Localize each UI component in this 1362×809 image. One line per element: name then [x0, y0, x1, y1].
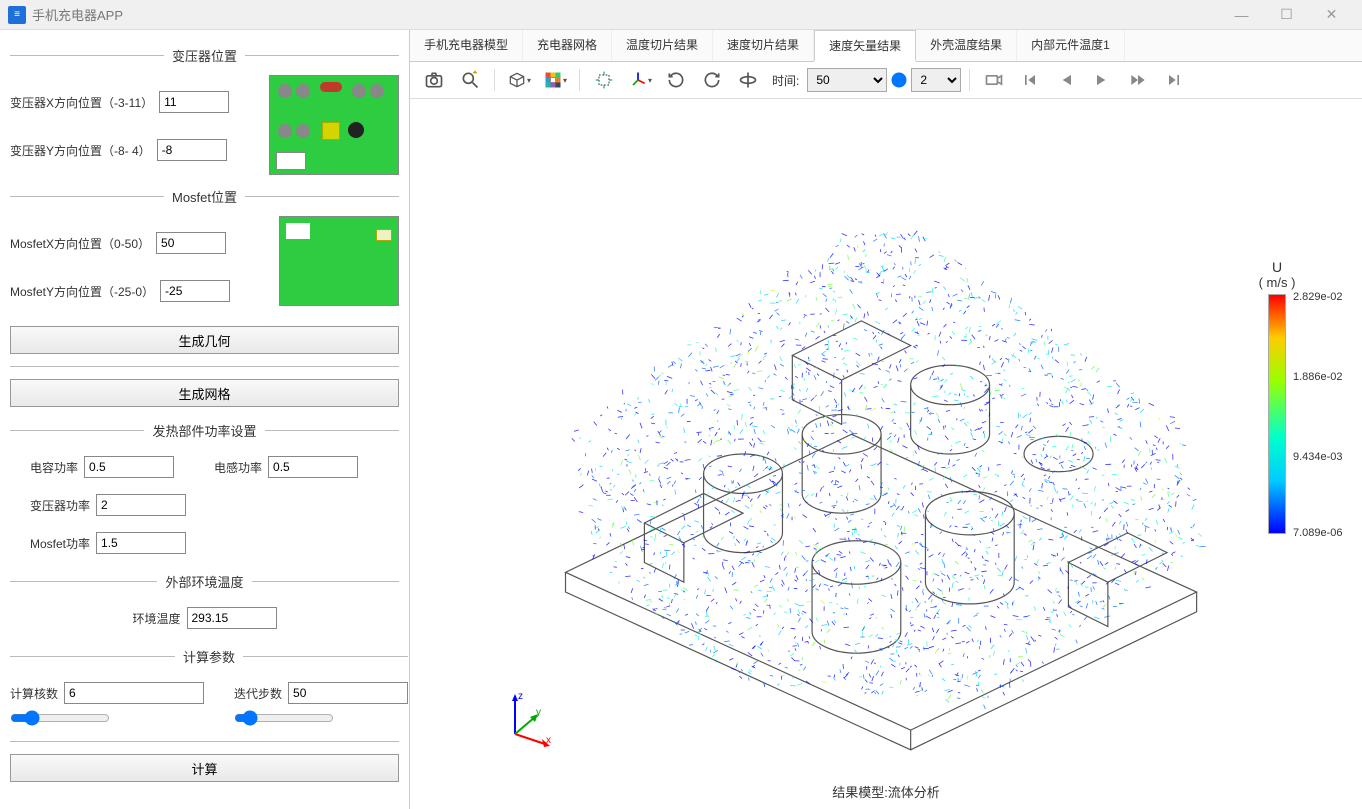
minimize-button[interactable]: —	[1219, 0, 1264, 30]
iters-label: 迭代步数	[234, 685, 282, 702]
viewport-toolbar: ▾ ▾ ▾ 时间: 50 2	[410, 62, 1362, 99]
result-model-label: 结果模型:流体分析	[832, 782, 940, 801]
fast-forward-icon[interactable]	[1122, 66, 1154, 94]
skip-forward-icon[interactable]	[1158, 66, 1190, 94]
section-title: 计算参数	[175, 647, 243, 666]
rotate-ccw-icon[interactable]	[660, 66, 692, 94]
power-settings-section: 发热部件功率设置 电容功率 电感功率 变压器功率 Mosfet功率	[10, 421, 399, 564]
colorbar-unit: ( m/s )	[1232, 275, 1322, 290]
trans-x-input[interactable]	[159, 91, 229, 113]
mosfet-y-input[interactable]	[160, 280, 230, 302]
tab-2[interactable]: 温度切片结果	[612, 30, 713, 61]
move-icon[interactable]	[588, 66, 620, 94]
cores-slider[interactable]	[10, 710, 110, 726]
tab-4[interactable]: 速度矢量结果	[814, 30, 916, 62]
cap-power-input[interactable]	[84, 456, 174, 478]
generate-mesh-button[interactable]: 生成网格	[10, 379, 399, 407]
trans-y-input[interactable]	[157, 139, 227, 161]
generate-geometry-button[interactable]: 生成几何	[10, 326, 399, 354]
app-icon: ≡	[8, 6, 26, 24]
iters-slider[interactable]	[234, 710, 334, 726]
rotate-cw-icon[interactable]	[696, 66, 728, 94]
tab-3[interactable]: 速度切片结果	[713, 30, 814, 61]
tab-5[interactable]: 外壳温度结果	[916, 30, 1017, 61]
tab-1[interactable]: 充电器网格	[523, 30, 612, 61]
time-label: 时间:	[772, 72, 799, 89]
cube-wire-icon[interactable]: ▾	[503, 66, 535, 94]
time-slider[interactable]	[891, 72, 907, 88]
record-icon[interactable]	[978, 66, 1010, 94]
title-bar: ≡ 手机充电器APP — ☐ ✕	[0, 0, 1362, 30]
time-select[interactable]: 50	[807, 68, 887, 92]
axis-triad: z x y	[500, 689, 560, 749]
svg-text:x: x	[546, 735, 551, 746]
svg-text:z: z	[518, 691, 523, 702]
play-forward-icon[interactable]	[1086, 66, 1118, 94]
section-title: 发热部件功率设置	[144, 421, 264, 440]
calc-params-section: 计算参数 计算核数 迭代步数	[10, 647, 408, 733]
camera-icon[interactable]	[418, 66, 450, 94]
trans-power-label: 变压器功率	[30, 497, 90, 514]
colorbar-tick: 1.886e-02	[1293, 371, 1343, 383]
section-title: 变压器位置	[164, 46, 245, 65]
colorbar-title: U	[1232, 259, 1322, 275]
rotate-axis-icon[interactable]	[732, 66, 764, 94]
colorbar-gradient: 2.829e-02 1.886e-02 9.434e-03 7.089e-06	[1268, 294, 1286, 534]
colorbar-tick: 9.434e-03	[1293, 451, 1343, 463]
section-title: Mosfet位置	[164, 187, 245, 206]
iters-input[interactable]	[288, 682, 408, 704]
trans-y-label: 变压器Y方向位置（-8- 4）	[10, 142, 151, 159]
colorbar: U ( m/s ) 2.829e-02 1.886e-02 9.434e-03 …	[1232, 259, 1322, 534]
mosfet-y-label: MosfetY方向位置（-25-0）	[10, 283, 154, 300]
ind-power-input[interactable]	[268, 456, 358, 478]
colorbar-tick: 7.089e-06	[1293, 527, 1343, 539]
mosfet-x-label: MosfetX方向位置（0-50）	[10, 235, 150, 252]
result-tabs: 手机充电器模型充电器网格温度切片结果速度切片结果速度矢量结果外壳温度结果内部元件…	[410, 30, 1362, 62]
zoom-icon[interactable]	[454, 66, 486, 94]
env-temp-input[interactable]	[187, 607, 277, 629]
step-select[interactable]: 2	[911, 68, 961, 92]
divider	[10, 366, 399, 367]
calculate-button[interactable]: 计算	[10, 754, 399, 782]
sidebar: 变压器位置 变压器X方向位置（-3-11） 变压器Y方向位置（-8- 4）	[0, 30, 410, 809]
mosfet-x-input[interactable]	[156, 232, 226, 254]
svg-text:y: y	[536, 707, 541, 718]
mosfet-power-label: Mosfet功率	[30, 535, 90, 552]
ind-power-label: 电感功率	[214, 459, 262, 476]
viewport-3d[interactable]: z x y U ( m/s ) 2.829e-02 1.886e-02 9.43…	[410, 99, 1362, 809]
env-temp-label: 环境温度	[132, 610, 180, 627]
pcb-preview-transformer	[269, 75, 399, 175]
rubik-icon[interactable]: ▾	[539, 66, 571, 94]
pcb-preview-mosfet	[279, 216, 399, 306]
divider	[10, 741, 399, 742]
section-title: 外部环境温度	[157, 572, 251, 591]
play-back-icon[interactable]	[1050, 66, 1082, 94]
window-title: 手机充电器APP	[32, 5, 1219, 24]
skip-back-icon[interactable]	[1014, 66, 1046, 94]
trans-x-label: 变压器X方向位置（-3-11）	[10, 94, 153, 111]
cores-input[interactable]	[64, 682, 204, 704]
transformer-position-section: 变压器位置 变压器X方向位置（-3-11） 变压器Y方向位置（-8- 4）	[10, 46, 399, 179]
cores-label: 计算核数	[10, 685, 58, 702]
environment-section: 外部环境温度 环境温度	[10, 572, 399, 639]
trans-power-input[interactable]	[96, 494, 186, 516]
maximize-button[interactable]: ☐	[1264, 0, 1309, 30]
colorbar-tick: 2.829e-02	[1293, 291, 1343, 303]
mosfet-position-section: Mosfet位置 MosfetX方向位置（0-50） MosfetY方向位置（-…	[10, 187, 399, 312]
axis-icon[interactable]: ▾	[624, 66, 656, 94]
mosfet-power-input[interactable]	[96, 532, 186, 554]
tab-0[interactable]: 手机充电器模型	[410, 30, 523, 61]
cap-power-label: 电容功率	[30, 459, 78, 476]
tab-6[interactable]: 内部元件温度1	[1017, 30, 1125, 61]
close-button[interactable]: ✕	[1309, 0, 1354, 30]
